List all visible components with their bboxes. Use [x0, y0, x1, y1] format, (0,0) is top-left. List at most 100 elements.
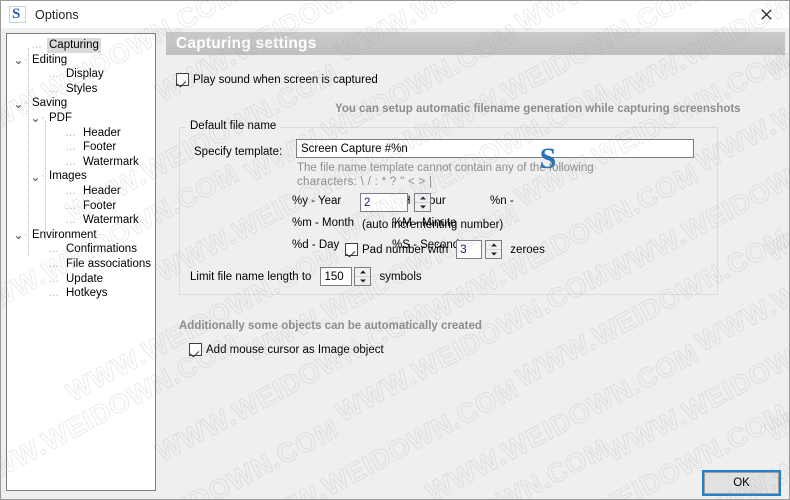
limit-length-value[interactable]: 150: [320, 267, 352, 286]
limit-length-spin-buttons[interactable]: [354, 267, 371, 286]
add-cursor-label: Add mouse cursor as Image object: [206, 344, 384, 356]
tree-connector: …: [48, 286, 58, 301]
sidebar-item-header[interactable]: … Header: [7, 126, 155, 141]
spinner-up-icon[interactable]: [355, 268, 370, 276]
sidebar-item-label: Confirmations: [64, 242, 139, 257]
limit-length-stepper[interactable]: 150: [320, 267, 371, 286]
counter-start-stepper[interactable]: 2: [360, 193, 431, 212]
tree-connector: ·: [41, 111, 44, 126]
macro-date-0: %y - Year: [292, 195, 341, 207]
spinner-up-icon[interactable]: [415, 194, 430, 202]
template-note: The file name template cannot contain an…: [297, 161, 627, 189]
sidebar-item-styles[interactable]: … Styles: [7, 82, 155, 97]
close-button[interactable]: [743, 1, 789, 27]
pad-number-spin-buttons[interactable]: [485, 240, 502, 259]
tree-connector: …: [65, 199, 75, 214]
sidebar-item-label: Watermark: [81, 213, 141, 228]
sidebar-item-update[interactable]: …Update: [7, 272, 155, 287]
sidebar-item-label: Display: [64, 67, 106, 82]
close-icon: [761, 9, 772, 20]
sidebar-item-label: Footer: [81, 199, 118, 214]
sidebar-item-saving[interactable]: ⌄·Saving: [7, 96, 155, 111]
sidebar-item-label: Header: [81, 184, 123, 199]
ok-button[interactable]: OK: [704, 472, 779, 494]
tree-connector: …: [48, 82, 58, 97]
counter-start-value[interactable]: 2: [360, 193, 408, 212]
objects-hint-text: Additionally some objects can be automat…: [179, 320, 482, 332]
spinner-up-icon[interactable]: [486, 241, 501, 249]
filename-hint-text: You can setup automatic filename generat…: [335, 103, 741, 115]
sidebar-item-watermark[interactable]: …Watermark: [7, 155, 155, 170]
sidebar-item-header[interactable]: … Header: [7, 184, 155, 199]
tree-connector: …: [65, 184, 75, 199]
counter-start-spin-buttons[interactable]: [414, 193, 431, 212]
tree-connector: …: [65, 213, 75, 228]
sidebar-item-confirmations[interactable]: … Confirmations: [7, 242, 155, 257]
sidebar-item-capturing[interactable]: … Capturing: [7, 38, 155, 53]
add-cursor-checkbox[interactable]: Add mouse cursor as Image object: [189, 343, 384, 356]
tree-connector: …: [48, 67, 58, 82]
settings-tree[interactable]: …Capturing⌄·Editing…Display…Styles⌄·Savi…: [6, 33, 156, 491]
play-sound-label: Play sound when screen is captured: [193, 74, 378, 86]
title-bar: S Options: [1, 1, 789, 28]
sidebar-item-watermark[interactable]: … Watermark: [7, 213, 155, 228]
sidebar-item-images[interactable]: ⌄·Images: [7, 169, 155, 184]
tree-connector: ·: [24, 96, 27, 111]
sidebar-item-label: PDF: [47, 111, 74, 126]
macro-row: %y - Year %H - Hour %n -: [292, 193, 692, 215]
pad-number-stepper[interactable]: 3: [456, 240, 502, 259]
sidebar-item-label: Watermark: [81, 155, 141, 170]
sidebar-item-file-associations[interactable]: … File associations: [7, 257, 155, 272]
tree-connector: ·: [41, 169, 44, 184]
sidebar-item-label: Capturing: [47, 38, 101, 53]
app-icon-glyph: S: [12, 6, 20, 23]
spinner-down-icon[interactable]: [355, 276, 370, 285]
play-sound-checkbox[interactable]: Play sound when screen is captured: [176, 73, 378, 86]
pad-number-label: Pad number with: [362, 244, 448, 256]
tree-connector: …: [31, 38, 41, 53]
macro-date-2: %d - Day: [292, 239, 339, 251]
pad-number-value[interactable]: 3: [456, 240, 482, 259]
window-title: Options: [35, 8, 79, 22]
sidebar-item-label: File associations: [64, 257, 153, 272]
spinner-down-icon[interactable]: [415, 202, 430, 211]
sidebar-item-label: Header: [81, 126, 123, 141]
limit-length-row: Limit file name length to 150 symbols: [190, 267, 422, 286]
sidebar-item-editing[interactable]: ⌄·Editing: [7, 53, 155, 68]
section-header: Capturing settings: [166, 32, 785, 55]
checkbox-box: [189, 343, 202, 356]
template-input[interactable]: Screen Capture #%n: [296, 139, 694, 158]
sidebar-item-footer[interactable]: … Footer: [7, 199, 155, 214]
sidebar-item-label: Footer: [81, 140, 118, 155]
sidebar-item-display[interactable]: … Display: [7, 67, 155, 82]
sidebar-item-label: Environment: [30, 228, 99, 243]
tree-connector: …: [48, 272, 58, 287]
sidebar-item-label: Images: [47, 169, 89, 184]
limit-length-suffix: symbols: [379, 271, 421, 283]
pad-number-row: Pad number with 3 zeroes: [345, 240, 545, 259]
sidebar-item-environment[interactable]: ⌄·Environment: [7, 228, 155, 243]
limit-length-label: Limit file name length to: [190, 271, 311, 283]
tree-connector: ·: [24, 53, 27, 68]
sidebar-item-label: Styles: [64, 82, 99, 97]
pad-number-checkbox[interactable]: [345, 243, 358, 256]
sidebar-item-footer[interactable]: …Footer: [7, 140, 155, 155]
tree-connector: …: [48, 242, 58, 257]
options-dialog-window: S Options …Capturing⌄·Editing…Display…St…: [0, 0, 790, 500]
counter-label: %n -: [490, 195, 514, 207]
sidebar-item-label: Hotkeys: [64, 286, 110, 301]
pad-number-suffix: zeroes: [510, 244, 545, 256]
sidebar-item-hotkeys[interactable]: … Hotkeys: [7, 286, 155, 301]
page-title: Capturing settings: [176, 35, 317, 53]
template-note-line2: characters: \ / : * ? " < > |: [297, 175, 627, 189]
sidebar-item-label: Editing: [30, 53, 69, 68]
settings-content-pane: Capturing settings Play sound when scree…: [162, 29, 785, 454]
tree-connector: …: [65, 126, 75, 141]
counter-note: (auto incrementing number): [362, 219, 503, 231]
spinner-down-icon[interactable]: [486, 249, 501, 258]
template-note-line1: The file name template cannot contain an…: [297, 161, 627, 175]
template-input-value: Screen Capture #%n: [301, 143, 408, 155]
tree-connector: …: [48, 257, 58, 272]
checkbox-box: [176, 73, 189, 86]
sidebar-item-pdf[interactable]: ⌄·PDF: [7, 111, 155, 126]
